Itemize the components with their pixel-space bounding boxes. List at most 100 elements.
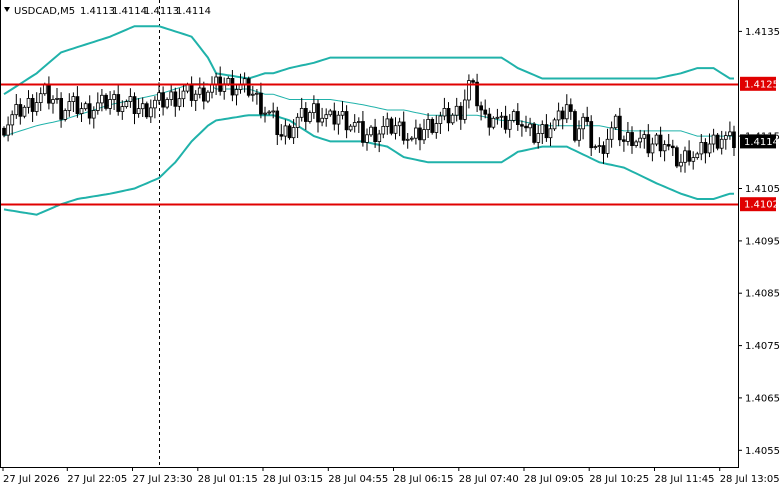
candle-body — [691, 157, 696, 162]
candle-body — [26, 98, 31, 108]
candle-body — [654, 134, 659, 145]
candle — [613, 114, 618, 130]
level-price-tag-label: 1.4125 — [744, 79, 779, 90]
chart-title: USDCAD,M5 — [14, 6, 75, 17]
candle-body — [365, 134, 369, 143]
candle-body — [100, 94, 104, 104]
candle-body — [210, 84, 214, 93]
candle-body — [87, 103, 92, 119]
candle-body — [181, 90, 186, 100]
candle-body — [352, 122, 357, 127]
candle-body — [324, 114, 329, 119]
candle-body — [495, 116, 500, 119]
candle — [511, 109, 516, 123]
candle-body — [287, 125, 292, 139]
candle-body — [613, 115, 618, 129]
candle-body — [234, 89, 239, 96]
candle-body — [491, 117, 496, 128]
candle — [369, 125, 373, 137]
candle-body — [683, 150, 687, 163]
candle-body — [140, 103, 145, 110]
candle-body — [2, 127, 6, 136]
candle — [532, 122, 537, 145]
candle-body — [193, 93, 198, 101]
price-chart[interactable]: 1.41351.41151.41051.40951.40851.40751.40… — [0, 0, 781, 489]
y-tick-label: 1.4065 — [745, 393, 780, 404]
candle-body — [389, 118, 394, 134]
candle-body — [83, 103, 88, 110]
candle-body — [569, 104, 573, 112]
ohlc-low: 1.4113 — [144, 6, 179, 17]
candle — [552, 117, 557, 131]
candle-body — [622, 139, 626, 142]
candle-body — [438, 115, 443, 124]
x-tick-label: 28 Jul 03:15 — [263, 474, 323, 485]
candle-body — [560, 110, 565, 120]
candle-body — [148, 107, 153, 118]
candle-body — [79, 108, 84, 114]
candle-body — [38, 93, 43, 103]
candle — [287, 123, 292, 140]
candle-body — [671, 145, 675, 149]
candle — [104, 93, 108, 111]
candle-body — [67, 101, 72, 111]
candle-body — [214, 76, 218, 85]
y-tick-label: 1.4105 — [745, 184, 780, 195]
x-tick-label: 28 Jul 07:40 — [459, 474, 519, 485]
candle-body — [536, 133, 541, 143]
candle-body — [475, 81, 479, 107]
candle-body — [299, 108, 304, 118]
candle-body — [646, 134, 651, 154]
y-tick-label: 1.4095 — [745, 236, 780, 247]
candle-body — [259, 92, 263, 115]
candle-body — [271, 110, 276, 113]
candle-body — [177, 98, 182, 107]
candle — [22, 105, 27, 119]
x-tick-label: 27 Jul 22:05 — [67, 474, 127, 485]
candle-body — [361, 121, 365, 143]
candle-body — [609, 127, 614, 140]
candle-body — [51, 99, 55, 104]
candle-body — [275, 110, 280, 136]
candle-body — [679, 161, 683, 167]
candle-body — [295, 116, 300, 128]
candle-body — [279, 134, 284, 137]
candle-body — [136, 108, 141, 114]
candle-body — [165, 99, 169, 108]
candle-body — [544, 124, 549, 139]
candle-body — [10, 114, 15, 126]
x-tick-label: 28 Jul 06:15 — [394, 474, 454, 485]
candle-body — [695, 153, 700, 158]
candle-body — [503, 115, 508, 130]
x-tick-label: 27 Jul 2026 — [3, 474, 60, 485]
candle-body — [524, 125, 528, 129]
candle-body — [71, 96, 76, 102]
level-price-tag-label: 1.4102 — [744, 200, 779, 211]
candle-body — [593, 146, 598, 149]
candle-body — [30, 98, 35, 112]
candle-body — [18, 104, 23, 117]
candle-body — [507, 120, 512, 130]
candle-body — [185, 84, 190, 92]
candle-body — [6, 124, 10, 136]
candle-body — [642, 134, 647, 139]
candle-body — [426, 119, 431, 131]
candle-body — [699, 141, 704, 155]
candle-body — [499, 115, 504, 118]
y-tick-label: 1.4085 — [745, 289, 780, 300]
candle-body — [144, 103, 149, 118]
candle — [491, 116, 496, 130]
candle-body — [332, 110, 337, 125]
x-tick-label: 28 Jul 13:05 — [720, 474, 780, 485]
candle-body — [658, 134, 663, 152]
candle-body — [157, 92, 161, 101]
candle-body — [719, 138, 724, 149]
chart-header: USDCAD,M5 1.4113 1.4114 1.4113 1.4114 — [4, 6, 211, 17]
candle-body — [283, 125, 288, 137]
candle-body — [618, 115, 622, 141]
candle-body — [254, 92, 259, 95]
candle-body — [340, 111, 345, 116]
x-tick-label: 28 Jul 09:05 — [524, 474, 584, 485]
candle-body — [173, 91, 178, 107]
candle — [573, 109, 577, 143]
